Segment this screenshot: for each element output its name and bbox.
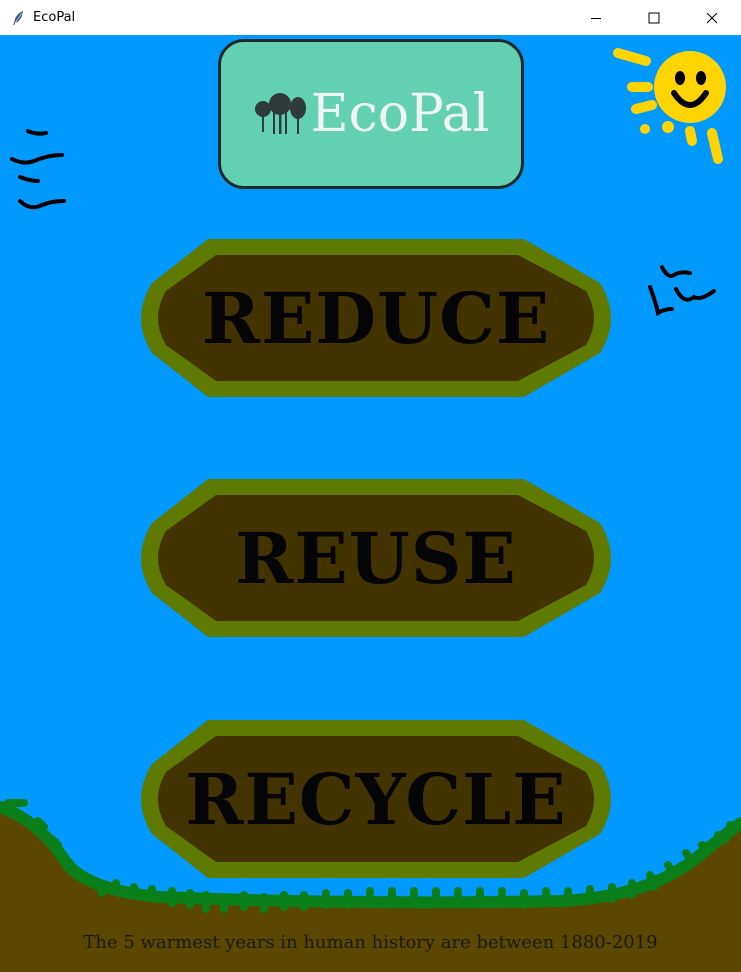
reuse-button[interactable]: REUSE [130, 479, 622, 637]
logo-text: EcoPal [310, 84, 490, 144]
trees-icon [253, 92, 307, 136]
reduce-button[interactable]: REDUCE [130, 239, 622, 397]
recycle-label: RECYCLE [185, 757, 567, 841]
maximize-icon [648, 12, 660, 23]
close-button[interactable] [683, 0, 741, 35]
sun-icon [608, 45, 734, 175]
main-canvas: EcoPal REDUCE REUSE RECYCLE The 5 warmes… [0, 35, 741, 972]
title-bar: EcoPal [0, 0, 741, 35]
climate-fact: The 5 warmest years in human history are… [83, 932, 658, 953]
feather-icon [11, 10, 25, 26]
birds-icon [6, 125, 72, 215]
close-icon [706, 12, 718, 23]
window-controls [567, 0, 741, 35]
minimize-icon [591, 17, 601, 19]
maximize-button[interactable] [625, 0, 683, 35]
reduce-label: REDUCE [201, 276, 551, 360]
window-title: EcoPal [33, 10, 76, 25]
minimize-button[interactable] [567, 0, 625, 35]
reuse-label: REUSE [235, 516, 517, 600]
logo-card: EcoPal [218, 39, 524, 189]
recycle-button[interactable]: RECYCLE [130, 720, 622, 878]
birds-icon [644, 259, 722, 327]
